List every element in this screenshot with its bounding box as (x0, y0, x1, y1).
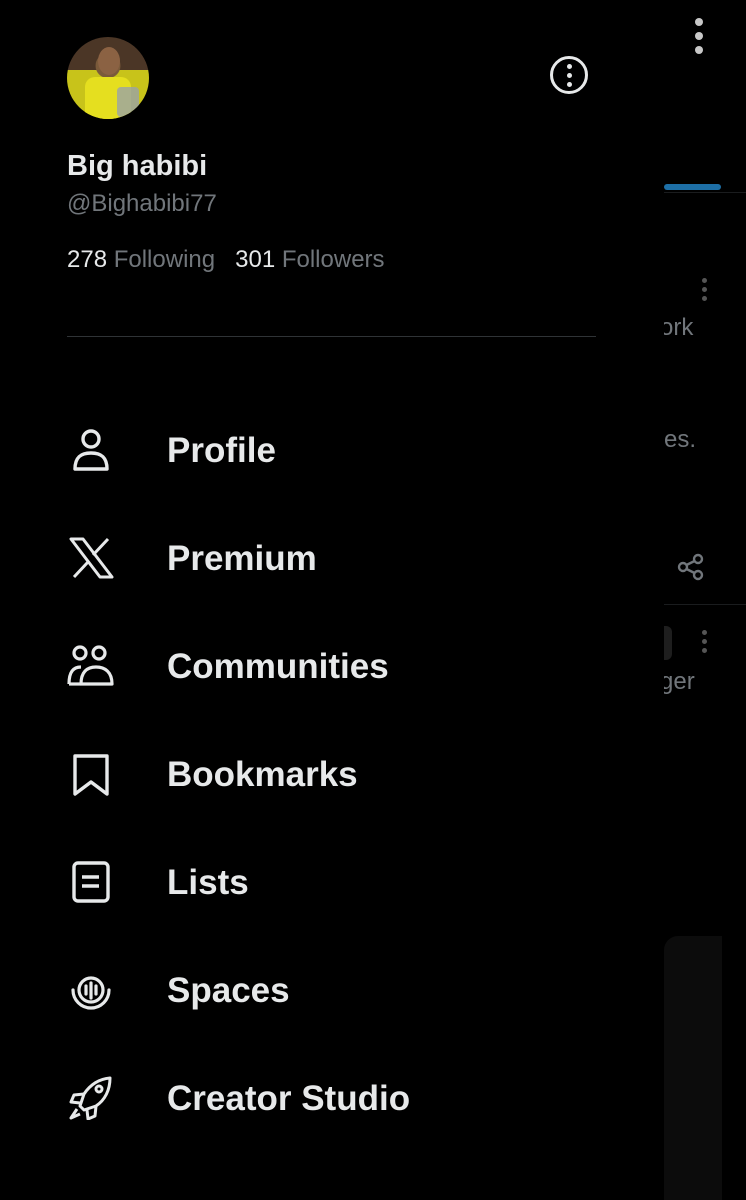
menu-item-communities[interactable]: Communities (0, 616, 664, 716)
timeline-snippet: es. (664, 426, 697, 453)
menu-item-bookmarks[interactable]: Bookmarks (0, 724, 664, 824)
timeline-more-icon[interactable] (695, 18, 703, 54)
navigation-drawer: Big habibi @Bighabibi77 278 Following 30… (0, 0, 664, 1200)
active-tab-indicator (664, 184, 721, 190)
bookmark-icon (66, 752, 116, 796)
person-icon (66, 428, 116, 472)
following-link[interactable]: 278 Following (67, 246, 215, 273)
menu-item-lists[interactable]: Lists (0, 832, 664, 932)
divider (664, 604, 746, 605)
menu-item-spaces[interactable]: Spaces (0, 940, 664, 1040)
followers-count: 301 (235, 246, 276, 273)
chip (664, 626, 672, 660)
follow-stats: 278 Following 301 Followers (67, 246, 385, 274)
divider (664, 192, 746, 193)
divider (67, 336, 596, 337)
post-more-icon[interactable] (702, 630, 707, 653)
following-count: 278 (67, 246, 108, 273)
profile-handle: @Bighabibi77 (67, 190, 217, 217)
share-icon[interactable] (676, 552, 706, 582)
menu-item-label: Communities (167, 647, 389, 686)
followers-label: Followers (281, 246, 385, 273)
rocket-icon (66, 1076, 116, 1120)
menu-item-label: Lists (167, 863, 249, 902)
more-options-icon[interactable] (550, 56, 588, 94)
x-logo-icon (66, 536, 116, 580)
avatar[interactable] (67, 37, 149, 119)
menu-item-label: Profile (167, 431, 276, 470)
following-label: Following (113, 246, 216, 273)
people-icon (66, 644, 116, 688)
menu-item-creator-studio[interactable]: Creator Studio (0, 1048, 664, 1148)
post-media[interactable] (664, 936, 722, 1200)
microphone-icon (66, 968, 116, 1012)
menu-item-label: Spaces (167, 971, 290, 1010)
list-icon (66, 860, 116, 904)
profile-name[interactable]: Big habibi (67, 150, 207, 183)
followers-link[interactable]: 301 Followers (235, 246, 384, 273)
menu-item-label: Creator Studio (167, 1079, 411, 1118)
timeline-snippet: ger (660, 668, 695, 695)
menu-item-label: Bookmarks (167, 755, 358, 794)
menu-item-label: Premium (167, 539, 317, 578)
post-more-icon[interactable] (702, 278, 707, 301)
timeline-snippet: ork (660, 314, 694, 341)
menu-item-profile[interactable]: Profile (0, 400, 664, 500)
menu-item-premium[interactable]: Premium (0, 508, 664, 608)
